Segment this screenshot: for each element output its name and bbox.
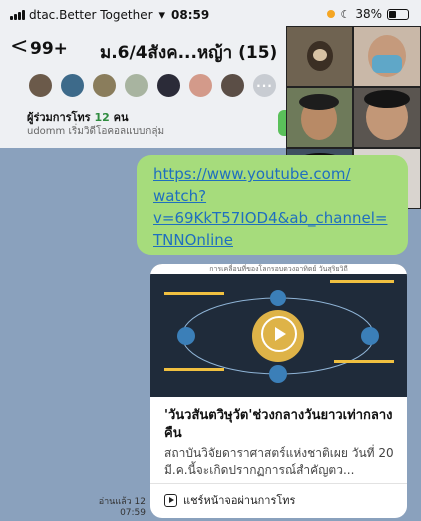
avatar [27, 72, 54, 99]
avatar [219, 72, 246, 99]
preview-description: สถาบันวิจัยดาราศาสตร์แห่งชาติเผย วันที่ … [164, 446, 394, 477]
mic-indicator-icon [327, 10, 336, 18]
call-subtitle: udomm เริ่มวิดีโอคอลแบบกลุ่ม [27, 126, 165, 137]
moon-icon: ☾ [340, 7, 351, 21]
clock: 08:59 [171, 8, 210, 22]
message-time: 07:59 [120, 508, 146, 518]
preview-headline: 'วันวสันตวิษุวัต'ช่วงกลางวันยาวเท่ากลางค… [164, 408, 393, 441]
avatar [59, 72, 86, 99]
unread-count[interactable]: 99+ [30, 39, 68, 59]
avatar [91, 72, 118, 99]
more-avatars-icon[interactable]: ··· [251, 72, 278, 99]
wifi-icon: ▾ [158, 7, 166, 23]
video-tile[interactable] [286, 87, 353, 148]
divider [150, 483, 407, 484]
participant-avatars[interactable]: ··· [27, 72, 283, 99]
battery-percent: 38% [355, 7, 382, 21]
avatar [123, 72, 150, 99]
chat-title[interactable]: ม.6/4สังค...หญ้า (15) [100, 39, 277, 66]
avatar [187, 72, 214, 99]
screen-share-icon [164, 493, 177, 507]
link-preview-card[interactable]: การเคลื่อนที่ของโลกรอบดวงอาทิตย์ วันสุริ… [150, 264, 407, 518]
signal-icon [10, 10, 25, 20]
video-tile[interactable] [353, 87, 421, 148]
video-tile[interactable] [286, 26, 353, 87]
play-icon[interactable] [261, 316, 297, 352]
share-label: แชร์หน้าจอผ่านการโทร [183, 494, 296, 507]
link-message-bubble[interactable]: https://www.youtube.com/ watch? v=69KkT5… [137, 155, 408, 255]
avatar [155, 72, 182, 99]
battery-icon [387, 8, 409, 20]
video-tile[interactable] [353, 26, 421, 87]
back-button[interactable]: < [10, 34, 28, 59]
participants-count: 12 [94, 111, 110, 124]
youtube-link[interactable]: https://www.youtube.com/ watch? v=69KkT5… [153, 163, 408, 251]
video-thumbnail[interactable]: การเคลื่อนที่ของโลกรอบดวงอาทิตย์ วันสุริ… [150, 264, 407, 397]
read-receipt: อ่านแล้ว 12 [98, 497, 146, 507]
share-screen-button[interactable]: แชร์หน้าจอผ่านการโทร [164, 491, 295, 509]
carrier-name: dtac.Better Together [29, 8, 153, 22]
message-meta: อ่านแล้ว 12 07:59 [86, 497, 146, 519]
